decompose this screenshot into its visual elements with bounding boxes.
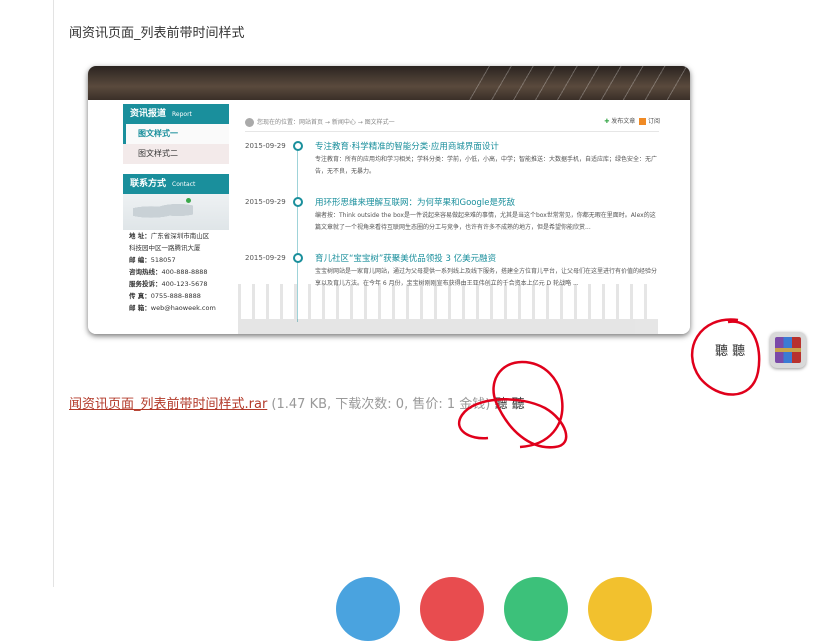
contact-value: 广东省深圳市南山区: [150, 232, 210, 240]
glyph-text: 聽 聽: [715, 344, 746, 359]
rss-icon: [639, 118, 647, 125]
sidebar-contact-heading: 联系方式 Contact: [123, 174, 229, 194]
contact-value: 400-888-8888: [161, 268, 208, 276]
preview-image[interactable]: 资讯报道 Report 图文样式一 图文样式二 联系方式 Contact 地 址：广…: [88, 66, 690, 334]
contact-line: 邮 编：518057: [123, 254, 229, 266]
entry-title: 用环形思维来理解互联网：为何苹果和Google是死敌: [315, 198, 515, 208]
post-article-label: 发布文章: [611, 118, 636, 125]
contact-line: 邮 箱：web@haoweek.com: [123, 302, 229, 314]
sidebar-contact-heading-en: Contact: [172, 181, 196, 188]
entry-date: 2015-09-29: [245, 142, 286, 150]
entry-summary: 专注教育：所有的应用均和学习相关；学科分类：学前，小低，小高，中学；智能推送：大…: [315, 156, 658, 175]
contact-line: 地 址：广东省深圳市南山区: [123, 230, 229, 242]
contact-value: 400-123-5678: [161, 280, 208, 288]
preview-banner: [88, 66, 690, 100]
breadcrumb: 您现在的位置：网站首页 → 新闻中心 → 图文样式一: [245, 117, 395, 127]
sidebar-news-heading-en: Report: [172, 111, 192, 118]
content-left-border: [53, 0, 54, 587]
attachment-meta: (1.47 KB, 下载次数: 0, 售价: 1 金钱): [267, 397, 495, 412]
attachment-glyphs: 聽 聽: [494, 397, 525, 412]
post-title: 闻资讯页面_列表前带时间样式: [69, 26, 245, 41]
contact-value: 518057: [150, 256, 176, 264]
contact-line: 服务投诉：400-123-5678: [123, 278, 229, 290]
plus-icon: ✚: [604, 118, 610, 125]
divider: [245, 131, 659, 132]
sidebar-news-heading: 资讯报道 Report: [123, 104, 229, 124]
world-map-image: [123, 194, 229, 230]
contact-value: 0755-888-8888: [150, 292, 201, 300]
timeline-dot-icon: [293, 253, 303, 263]
archive-books-icon: [775, 337, 801, 363]
contact-label: 咨询热线：: [129, 268, 162, 276]
preview-actions: ✚ 发布文章 订阅: [604, 116, 660, 125]
sidebar-item-style-1: 图文样式一: [123, 124, 229, 144]
contact-line: 咨询热线：400-888-8888: [123, 266, 229, 278]
contact-value: 科技园中区一路腾讯大厦: [129, 244, 201, 252]
home-icon: [245, 118, 254, 127]
rar-archive-icon[interactable]: [770, 332, 806, 368]
timeline-dot-icon: [293, 197, 303, 207]
contact-label: 地 址：: [129, 232, 151, 240]
entry-title: 专注教育·科学精准的智能分类·应用商城界面设计: [315, 142, 499, 152]
subscribe-label: 订阅: [647, 118, 660, 125]
contact-line: 科技园中区一路腾讯大厦: [123, 242, 229, 254]
contact-label: 传 真：: [129, 292, 151, 300]
contact-label: 邮 箱：: [129, 304, 151, 312]
map-pin-icon: [186, 198, 191, 203]
skyline-decoration: [238, 284, 658, 334]
contact-label: 邮 编：: [129, 256, 151, 264]
attachment-link[interactable]: 闻资讯页面_列表前带时间样式.rar: [69, 397, 267, 412]
breadcrumb-text: 您现在的位置：网站首页 → 新闻中心 → 图文样式一: [257, 119, 395, 126]
timeline-dot-icon: [293, 141, 303, 151]
sidebar-news-heading-text: 资讯报道: [130, 109, 167, 119]
preview-sidebar: 资讯报道 Report 图文样式一 图文样式二 联系方式 Contact 地 址：广…: [123, 104, 229, 314]
attachment-line: 闻资讯页面_列表前带时间样式.rar (1.47 KB, 下载次数: 0, 售价…: [69, 393, 525, 412]
contact-info: 地 址：广东省深圳市南山区 科技园中区一路腾讯大厦 邮 编：518057 咨询热…: [123, 230, 229, 314]
sidebar-contact-heading-text: 联系方式: [130, 179, 167, 189]
entry-date: 2015-09-29: [245, 198, 286, 206]
contact-value: web@haoweek.com: [150, 304, 216, 312]
entry-date: 2015-09-29: [245, 254, 286, 262]
entry-title: 育儿社区“宝宝树”获聚美优品领投 3 亿美元融资: [315, 254, 497, 264]
preview-content: 资讯报道 Report 图文样式一 图文样式二 联系方式 Contact 地 址：广…: [88, 100, 690, 334]
entry-summary: 编者按：Think outside the box是一件说起来容易做起来难的事情…: [315, 212, 656, 231]
sidebar-item-style-2: 图文样式二: [123, 144, 229, 164]
contact-line: 传 真：0755-888-8888: [123, 290, 229, 302]
contact-label: 服务投诉：: [129, 280, 162, 288]
